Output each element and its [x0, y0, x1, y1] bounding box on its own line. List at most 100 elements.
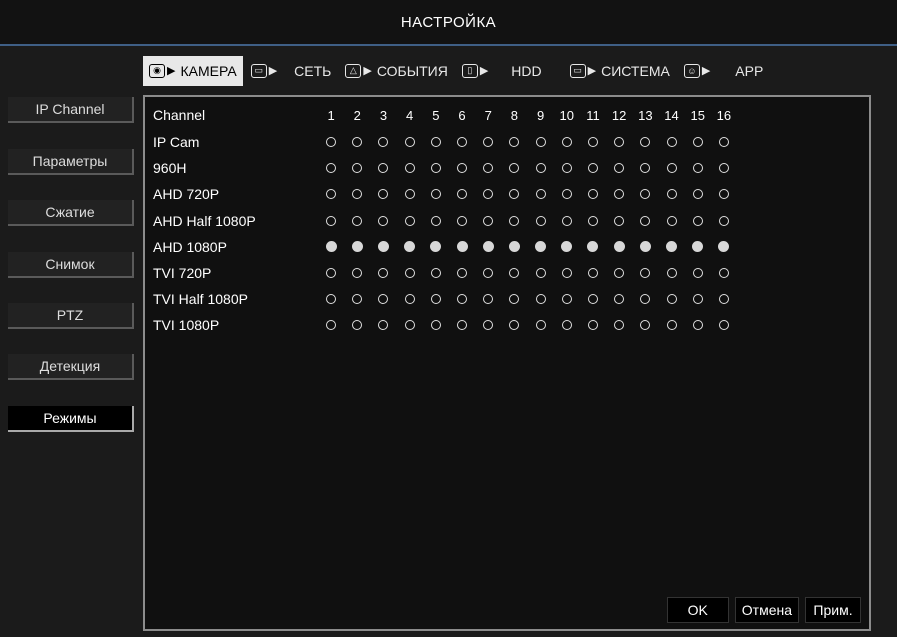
- channel-mode-radio[interactable]: [397, 294, 423, 305]
- channel-mode-radio[interactable]: [344, 320, 370, 331]
- channel-mode-radio[interactable]: [528, 137, 554, 147]
- channel-mode-radio[interactable]: [475, 320, 501, 331]
- channel-mode-radio[interactable]: [423, 215, 449, 226]
- channel-mode-radio[interactable]: [658, 241, 684, 253]
- channel-mode-radio[interactable]: [658, 189, 684, 200]
- channel-mode-radio[interactable]: [397, 189, 423, 200]
- channel-mode-radio[interactable]: [580, 137, 606, 147]
- channel-mode-radio[interactable]: [318, 320, 344, 331]
- channel-mode-radio[interactable]: [370, 268, 396, 278]
- tab-system[interactable]: ▭ ▶ СИСТЕМА: [564, 56, 676, 86]
- channel-mode-radio[interactable]: [344, 268, 370, 278]
- channel-mode-radio[interactable]: [658, 294, 684, 305]
- channel-mode-radio[interactable]: [370, 320, 396, 331]
- channel-mode-radio[interactable]: [632, 189, 658, 200]
- channel-mode-radio[interactable]: [580, 294, 606, 305]
- channel-mode-radio[interactable]: [449, 215, 475, 226]
- channel-mode-radio[interactable]: [658, 215, 684, 226]
- channel-mode-radio[interactable]: [632, 215, 658, 226]
- channel-mode-radio[interactable]: [632, 268, 658, 278]
- channel-mode-radio[interactable]: [318, 268, 344, 278]
- channel-mode-radio[interactable]: [501, 241, 527, 253]
- channel-mode-radio[interactable]: [554, 294, 580, 305]
- channel-mode-radio[interactable]: [370, 215, 396, 226]
- channel-mode-radio[interactable]: [475, 268, 501, 278]
- channel-mode-radio[interactable]: [397, 163, 423, 174]
- channel-mode-radio[interactable]: [449, 241, 475, 253]
- tab-camera[interactable]: ◉ ▶ КАМЕРА: [143, 55, 243, 86]
- channel-mode-radio[interactable]: [344, 241, 370, 253]
- channel-mode-radio[interactable]: [501, 320, 527, 331]
- channel-mode-radio[interactable]: [711, 163, 737, 174]
- channel-mode-radio[interactable]: [501, 189, 527, 200]
- channel-mode-radio[interactable]: [475, 215, 501, 226]
- channel-mode-radio[interactable]: [397, 320, 423, 331]
- sidebar-item-parameters[interactable]: Параметры: [8, 149, 134, 175]
- channel-mode-radio[interactable]: [606, 294, 632, 305]
- channel-mode-radio[interactable]: [449, 137, 475, 147]
- channel-mode-radio[interactable]: [685, 268, 711, 278]
- channel-mode-radio[interactable]: [423, 189, 449, 200]
- channel-mode-radio[interactable]: [501, 268, 527, 278]
- channel-mode-radio[interactable]: [632, 294, 658, 305]
- channel-mode-radio[interactable]: [554, 189, 580, 200]
- channel-mode-radio[interactable]: [501, 163, 527, 174]
- channel-mode-radio[interactable]: [475, 163, 501, 174]
- channel-mode-radio[interactable]: [554, 268, 580, 278]
- channel-mode-radio[interactable]: [528, 215, 554, 226]
- channel-mode-radio[interactable]: [580, 163, 606, 174]
- channel-mode-radio[interactable]: [318, 215, 344, 226]
- channel-mode-radio[interactable]: [423, 241, 449, 253]
- channel-mode-radio[interactable]: [449, 189, 475, 200]
- tab-network[interactable]: ▭ ▶ СЕТЬ: [245, 56, 338, 86]
- channel-mode-radio[interactable]: [658, 320, 684, 331]
- channel-mode-radio[interactable]: [528, 241, 554, 253]
- channel-mode-radio[interactable]: [632, 241, 658, 253]
- channel-mode-radio[interactable]: [580, 320, 606, 331]
- channel-mode-radio[interactable]: [658, 163, 684, 174]
- channel-mode-radio[interactable]: [449, 163, 475, 174]
- tab-events[interactable]: △ ▶ СОБЫТИЯ: [339, 56, 453, 86]
- channel-mode-radio[interactable]: [685, 189, 711, 200]
- channel-mode-radio[interactable]: [711, 294, 737, 305]
- channel-mode-radio[interactable]: [711, 189, 737, 200]
- channel-mode-radio[interactable]: [344, 163, 370, 174]
- channel-mode-radio[interactable]: [501, 294, 527, 305]
- channel-mode-radio[interactable]: [318, 189, 344, 200]
- sidebar-item-ip-channel[interactable]: IP Channel: [8, 97, 134, 123]
- channel-mode-radio[interactable]: [685, 137, 711, 147]
- channel-mode-radio[interactable]: [606, 320, 632, 331]
- channel-mode-radio[interactable]: [318, 294, 344, 305]
- channel-mode-radio[interactable]: [397, 268, 423, 278]
- channel-mode-radio[interactable]: [580, 241, 606, 253]
- channel-mode-radio[interactable]: [475, 241, 501, 253]
- channel-mode-radio[interactable]: [528, 268, 554, 278]
- channel-mode-radio[interactable]: [685, 241, 711, 253]
- channel-mode-radio[interactable]: [606, 189, 632, 200]
- channel-mode-radio[interactable]: [711, 215, 737, 226]
- channel-mode-radio[interactable]: [475, 189, 501, 200]
- channel-mode-radio[interactable]: [370, 163, 396, 174]
- tab-app[interactable]: ☺ ▶ APP: [678, 56, 769, 86]
- channel-mode-radio[interactable]: [370, 241, 396, 253]
- channel-mode-radio[interactable]: [606, 163, 632, 174]
- channel-mode-radio[interactable]: [501, 137, 527, 147]
- channel-mode-radio[interactable]: [711, 320, 737, 331]
- sidebar-item-modes[interactable]: Режимы: [8, 406, 134, 432]
- channel-mode-radio[interactable]: [449, 268, 475, 278]
- channel-mode-radio[interactable]: [423, 137, 449, 147]
- channel-mode-radio[interactable]: [580, 189, 606, 200]
- channel-mode-radio[interactable]: [580, 215, 606, 226]
- channel-mode-radio[interactable]: [554, 215, 580, 226]
- channel-mode-radio[interactable]: [658, 268, 684, 278]
- channel-mode-radio[interactable]: [475, 294, 501, 305]
- channel-mode-radio[interactable]: [632, 137, 658, 147]
- channel-mode-radio[interactable]: [606, 215, 632, 226]
- channel-mode-radio[interactable]: [344, 294, 370, 305]
- channel-mode-radio[interactable]: [449, 320, 475, 331]
- channel-mode-radio[interactable]: [318, 163, 344, 174]
- channel-mode-radio[interactable]: [423, 268, 449, 278]
- channel-mode-radio[interactable]: [423, 294, 449, 305]
- channel-mode-radio[interactable]: [685, 294, 711, 305]
- channel-mode-radio[interactable]: [580, 268, 606, 278]
